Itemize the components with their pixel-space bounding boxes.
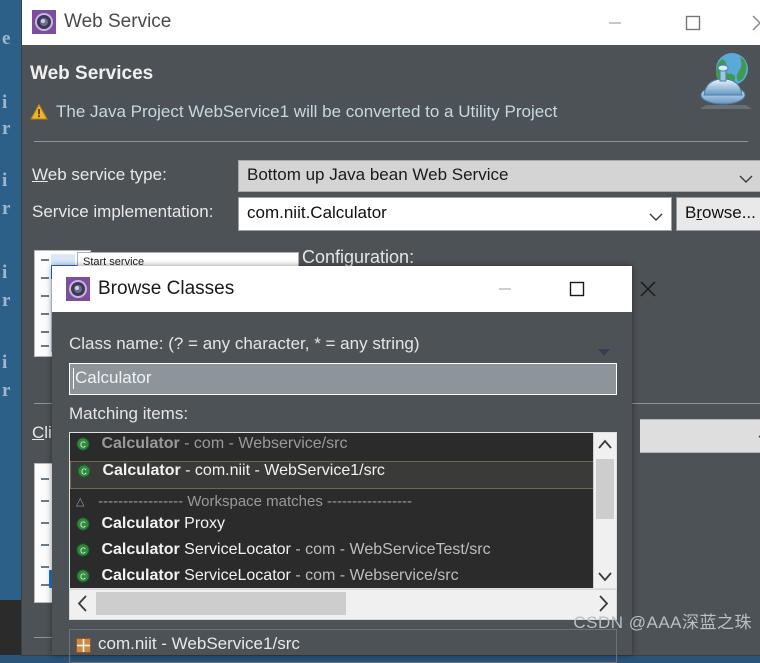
class-name: Calculator xyxy=(101,567,180,584)
close-icon[interactable] xyxy=(738,0,760,45)
java-class-icon: C xyxy=(76,437,90,451)
class-name: Calculator xyxy=(101,541,180,558)
web-service-title: Web Service xyxy=(64,11,172,32)
eclipse-gear-icon xyxy=(66,277,90,301)
web-service-type-combo[interactable]: Bottom up Java bean Web Service xyxy=(238,160,760,192)
class-name-suffix: Proxy xyxy=(184,515,226,532)
list-vertical-scrollbar[interactable] xyxy=(593,433,616,588)
list-horizontal-scrollbar[interactable] xyxy=(69,589,617,620)
chevron-down-icon[interactable] xyxy=(598,344,610,362)
status-bar: com.niit - WebService1/src xyxy=(69,629,617,663)
warning-message: The Java Project WebService1 will be con… xyxy=(56,102,558,121)
java-class-icon: C xyxy=(76,543,90,557)
browse-button[interactable]: Browse... xyxy=(676,197,760,231)
list-item[interactable]: C Calculator - com - Webservice/src xyxy=(70,435,616,461)
chevron-up-icon[interactable] xyxy=(594,433,616,457)
web-service-type-value: Bottom up Java bean Web Service xyxy=(247,165,509,184)
svg-text:C: C xyxy=(80,441,86,450)
list-item-selected[interactable]: C Calculator - com.niit - WebService1/sr… xyxy=(70,461,616,489)
bg-edge-letter: i xyxy=(2,92,8,113)
service-implementation-value: com.niit.Calculator xyxy=(247,203,387,222)
chevron-down-icon[interactable] xyxy=(594,564,616,588)
bg-edge-letter: e xyxy=(2,28,11,49)
svg-text:C: C xyxy=(81,468,87,477)
eclipse-gear-icon xyxy=(32,10,56,34)
java-class-icon: C xyxy=(76,569,90,583)
chevron-left-icon[interactable] xyxy=(70,590,96,617)
bg-edge-letter: i xyxy=(2,262,8,283)
status-text: com.niit - WebService1/src xyxy=(98,634,300,653)
client-type-combo[interactable] xyxy=(640,419,760,453)
minimize-icon[interactable] xyxy=(482,266,528,312)
browse-button-label: Browse... xyxy=(685,203,756,222)
java-class-icon: C xyxy=(77,464,91,478)
scrollbar-thumb[interactable] xyxy=(596,459,614,519)
expand-collapse-icon: △ xyxy=(76,496,85,509)
class-name: Calculator xyxy=(102,462,181,479)
separator-text: ----------------- Workspace matches ----… xyxy=(98,493,412,510)
web-service-titlebar: Web Service xyxy=(22,0,760,45)
maximize-icon[interactable] xyxy=(670,0,716,45)
java-class-icon: C xyxy=(76,517,90,531)
svg-text:C: C xyxy=(80,547,86,556)
background-window-edge-dark xyxy=(0,600,22,655)
text-caret xyxy=(73,368,74,389)
chevron-down-icon xyxy=(649,209,663,227)
class-name: Calculator xyxy=(101,515,180,532)
class-location: - com - WebServiceTest/src xyxy=(295,541,491,558)
bg-edge-letter: i xyxy=(2,170,8,191)
package-icon xyxy=(76,638,91,653)
service-implementation-combo[interactable]: com.niit.Calculator xyxy=(238,197,672,231)
class-location: - com - Webservice/src xyxy=(184,435,348,452)
matching-items-list[interactable]: C Calculator - com - Webservice/src C Ca… xyxy=(69,432,617,589)
browse-classes-body: Class name: (? = any character, * = any … xyxy=(52,312,632,663)
browse-classes-titlebar: Browse Classes xyxy=(52,266,656,312)
chevron-down-icon xyxy=(739,171,753,189)
configuration-label: Configuration: xyxy=(302,247,415,267)
bg-edge-letter: r xyxy=(2,198,11,219)
maximize-icon[interactable] xyxy=(554,266,600,312)
service-implementation-label: Service implementation: xyxy=(32,202,214,221)
bg-edge-letter: i xyxy=(2,352,8,373)
web-service-globe-icon xyxy=(696,51,752,109)
list-item[interactable]: C Calculator Proxy xyxy=(70,515,616,541)
close-icon[interactable] xyxy=(626,266,670,312)
warning-triangle-icon xyxy=(30,103,48,121)
class-name-suffix: ServiceLocator xyxy=(184,567,291,584)
matching-items-label: Matching items: xyxy=(69,404,189,423)
minimize-icon[interactable] xyxy=(592,0,638,45)
class-location: - com - Webservice/src xyxy=(295,567,459,584)
bg-edge-letter: r xyxy=(2,290,11,311)
list-item[interactable]: C Calculator ServiceLocator - com - Webs… xyxy=(70,567,616,588)
class-name-value: Calculator xyxy=(75,368,152,387)
svg-text:C: C xyxy=(80,521,86,530)
scrollbar-thumb[interactable] xyxy=(96,592,346,615)
class-name: Calculator xyxy=(101,435,180,452)
browse-classes-dialog: Browse Classes Class name: (? = any char… xyxy=(52,266,656,663)
bg-edge-letter: r xyxy=(2,380,11,401)
class-location: - com.niit - WebService1/src xyxy=(185,462,385,479)
web-service-type-label: Web service type: xyxy=(32,165,167,184)
svg-text:C: C xyxy=(80,573,86,582)
list-separator: △ ----------------- Workspace matches --… xyxy=(70,489,616,515)
list-item[interactable]: C Calculator ServiceLocator - com - WebS… xyxy=(70,541,616,567)
bg-edge-letter: r xyxy=(2,118,11,139)
class-name-input[interactable]: Calculator xyxy=(69,363,617,395)
warning-row: The Java Project WebService1 will be con… xyxy=(30,101,730,125)
page-title: Web Services xyxy=(30,63,154,84)
class-name-suffix: ServiceLocator xyxy=(184,541,291,558)
class-name-label: Class name: (? = any character, * = any … xyxy=(69,334,420,353)
browse-classes-title: Browse Classes xyxy=(98,278,235,299)
header-separator xyxy=(34,141,748,142)
watermark: CSDN @AAA深蓝之珠 xyxy=(573,613,752,632)
